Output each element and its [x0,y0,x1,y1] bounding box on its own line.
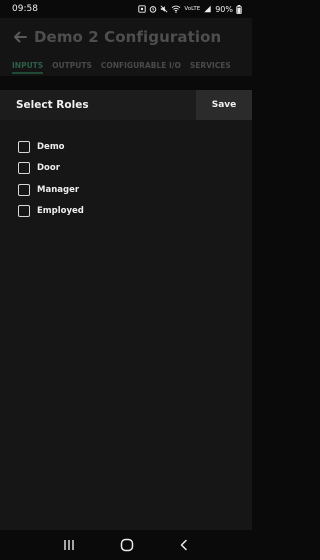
tab-inputs[interactable]: INPUTS [12,56,44,76]
status-time: 09:58 [12,4,38,14]
photo-icon [138,5,147,13]
status-bar: 09:58 VoLTE 90% [0,0,252,18]
tab-services[interactable]: SERVICES [190,56,231,76]
nav-back-icon[interactable] [178,539,190,551]
role-item-employed[interactable]: Employed [0,201,252,223]
tab-bar: INPUTS OUTPUTS CONFIGURABLE I/O SERVICES [0,56,252,76]
tab-outputs[interactable]: OUTPUTS [52,56,92,76]
back-arrow-icon[interactable] [12,29,28,45]
select-roles-dialog: Select Roles Save Demo Door Manager Empl… [0,90,252,530]
nav-home-icon[interactable] [120,538,134,552]
dialog-title: Select Roles [16,99,89,111]
page-title: Demo 2 Configuration [34,28,222,46]
role-checkbox[interactable] [18,183,30,196]
save-button[interactable]: Save [196,90,252,120]
signal-icon [204,5,211,13]
wifi-icon [172,5,181,13]
role-item-door[interactable]: Door [0,158,252,180]
network-type: VoLTE [184,6,201,12]
role-item-demo[interactable]: Demo [0,136,252,158]
mute-icon [160,5,168,13]
role-label: Manager [37,184,80,195]
battery-icon [236,4,242,14]
status-icons: VoLTE 90% [138,4,242,14]
battery-level: 90% [215,4,233,14]
role-label: Door [37,163,60,174]
app-bar: Demo 2 Configuration [0,22,252,52]
alarm-icon [150,6,157,13]
role-list: Demo Door Manager Employed [0,136,252,222]
role-label: Employed [37,206,84,217]
role-label: Demo [37,141,65,152]
dialog-header: Select Roles Save [0,90,252,120]
role-checkbox[interactable] [18,140,30,153]
nav-recents-icon[interactable] [62,539,76,551]
role-checkbox[interactable] [18,205,30,218]
role-item-manager[interactable]: Manager [0,179,252,201]
navigation-bar [0,530,252,560]
tab-configurable-io[interactable]: CONFIGURABLE I/O [101,56,181,76]
role-checkbox[interactable] [18,162,30,175]
